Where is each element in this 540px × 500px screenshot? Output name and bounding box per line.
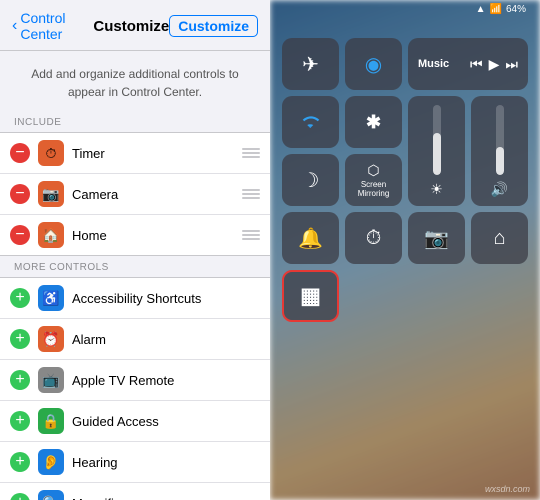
nav-title: Customize	[93, 18, 169, 35]
timer-tile[interactable]: ⏱	[345, 212, 402, 264]
include-list: − ⏱ Timer − 📷 Camera − 🏠 Home	[0, 132, 270, 256]
airplane-icon: ✈	[302, 52, 319, 77]
list-item: − 📷 Camera	[0, 174, 270, 215]
brightness-icon: ☀	[430, 181, 443, 198]
play-icon[interactable]: ▶	[489, 56, 500, 73]
appletv-label: Apple TV Remote	[72, 373, 260, 388]
left-panel: ‹ Control Center Customize Customize Add…	[0, 0, 270, 500]
screen-mirror-icon: ⬡	[367, 162, 379, 179]
nav-bar: ‹ Control Center Customize Customize	[0, 0, 270, 51]
brightness-tile[interactable]: ☀	[408, 96, 465, 206]
wifi-icon: 📶	[490, 4, 502, 15]
list-item: + 📺 Apple TV Remote	[0, 360, 270, 401]
wifi2-tile[interactable]	[282, 96, 339, 148]
camera-icon: 📷	[38, 181, 64, 207]
screen-mirror-tile[interactable]: ⬡ ScreenMirroring	[345, 154, 402, 206]
volume-tile[interactable]: 🔊	[471, 96, 528, 206]
volume-icon: 🔊	[491, 181, 508, 198]
include-section-label: INCLUDE	[0, 111, 270, 132]
guided-access-icon: 🔒	[38, 408, 64, 434]
drag-handle[interactable]	[236, 230, 260, 240]
bell-tile[interactable]: 🔔	[282, 212, 339, 264]
bluetooth-icon: ✱	[366, 112, 381, 133]
description-text: Add and organize additional controls to …	[0, 51, 270, 111]
prev-icon[interactable]: ⏮	[470, 56, 483, 73]
add-guided-button[interactable]: +	[10, 411, 30, 431]
add-appletv-button[interactable]: +	[10, 370, 30, 390]
airplane-tile[interactable]: ✈	[282, 38, 339, 90]
remove-timer-button[interactable]: −	[10, 143, 30, 163]
screen-mirror-label: ScreenMirroring	[358, 181, 390, 199]
home-label: Home	[72, 228, 236, 243]
guided-access-label: Guided Access	[72, 414, 260, 429]
music-tile[interactable]: Music ⏮ ▶ ⏭	[408, 38, 528, 90]
next-icon[interactable]: ⏭	[505, 56, 518, 73]
back-button[interactable]: ‹ Control Center	[12, 10, 93, 42]
bell-icon: 🔔	[298, 226, 323, 251]
list-item: + 🔒 Guided Access	[0, 401, 270, 442]
add-hearing-button[interactable]: +	[10, 452, 30, 472]
add-accessibility-button[interactable]: +	[10, 288, 30, 308]
magnifier-icon: 🔍	[38, 490, 64, 500]
list-item: + ⏰ Alarm	[0, 319, 270, 360]
back-arrow-icon: ‹	[12, 17, 17, 35]
home-icon: ⌂	[493, 227, 505, 250]
back-label: Control Center	[20, 10, 93, 42]
timer-icon: ⏱	[38, 140, 64, 166]
bluetooth-tile[interactable]: ✱	[345, 96, 402, 148]
list-item: − 🏠 Home	[0, 215, 270, 255]
alarm-icon: ⏰	[38, 326, 64, 352]
remove-home-button[interactable]: −	[10, 225, 30, 245]
brightness-slider[interactable]	[433, 105, 441, 175]
timer-label: Timer	[72, 146, 236, 161]
accessibility-label: Accessibility Shortcuts	[72, 291, 260, 306]
list-item: + ♿ Accessibility Shortcuts	[0, 278, 270, 319]
hearing-label: Hearing	[72, 455, 260, 470]
alarm-label: Alarm	[72, 332, 260, 347]
more-controls-section: MORE CONTROLS + ♿ Accessibility Shortcut…	[0, 256, 270, 500]
qr-code-icon: ▦	[300, 283, 321, 309]
watermark: wxsdn.com	[485, 484, 530, 494]
hearing-icon: 👂	[38, 449, 64, 475]
home-icon: 🏠	[38, 222, 64, 248]
camera-icon: 📷	[424, 226, 449, 251]
battery-text: 64%	[506, 4, 526, 15]
include-section: INCLUDE − ⏱ Timer − 📷 Camera − 🏠 Home	[0, 111, 270, 256]
right-panel: ▲ 📶 64% ✈ ◉ Music ⏮ ▶ ⏭	[270, 0, 540, 500]
wifi-icon: ◉	[365, 52, 382, 77]
add-alarm-button[interactable]: +	[10, 329, 30, 349]
camera-label: Camera	[72, 187, 236, 202]
status-bar: ▲ 📶 64%	[476, 4, 526, 15]
home-tile[interactable]: ⌂	[471, 212, 528, 264]
list-item: − ⏱ Timer	[0, 133, 270, 174]
more-controls-list: + ♿ Accessibility Shortcuts + ⏰ Alarm + …	[0, 277, 270, 500]
list-item: + 🔍 Magnifier	[0, 483, 270, 500]
customize-button[interactable]: Customize	[169, 15, 258, 37]
drag-handle[interactable]	[236, 189, 260, 199]
qr-tile[interactable]: ▦	[282, 270, 339, 322]
remove-camera-button[interactable]: −	[10, 184, 30, 204]
drag-handle[interactable]	[236, 148, 260, 158]
moon-tile[interactable]: ☽	[282, 154, 339, 206]
timer-icon: ⏱	[366, 227, 382, 250]
more-controls-label: MORE CONTROLS	[0, 256, 270, 277]
wifi2-icon	[302, 113, 320, 131]
control-center: ✈ ◉ Music ⏮ ▶ ⏭ ✱	[282, 20, 528, 480]
accessibility-icon: ♿	[38, 285, 64, 311]
wifi-tile[interactable]: ◉	[345, 38, 402, 90]
signal-icon: ▲	[476, 4, 486, 15]
add-magnifier-button[interactable]: +	[10, 493, 30, 500]
volume-slider[interactable]	[496, 105, 504, 175]
moon-icon: ☽	[302, 168, 320, 193]
cc-grid: ✈ ◉ Music ⏮ ▶ ⏭ ✱	[282, 38, 528, 322]
list-item: + 👂 Hearing	[0, 442, 270, 483]
music-label: Music	[418, 58, 449, 70]
magnifier-label: Magnifier	[72, 496, 260, 500]
appletv-icon: 📺	[38, 367, 64, 393]
music-controls: ⏮ ▶ ⏭	[470, 56, 518, 73]
camera-tile[interactable]: 📷	[408, 212, 465, 264]
